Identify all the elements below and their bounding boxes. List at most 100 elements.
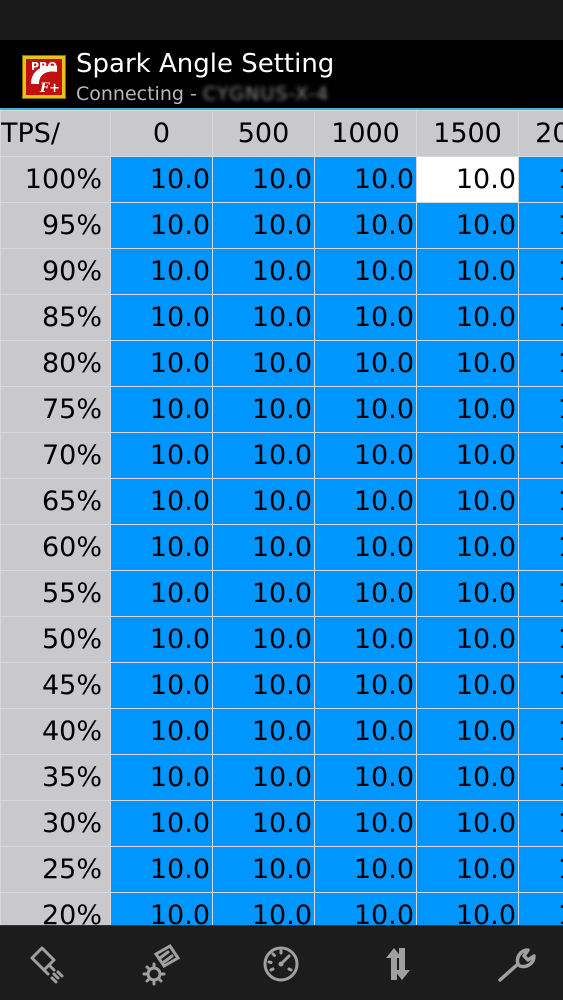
spark-angle-cell[interactable]: 10.0 (518, 892, 563, 925)
spark-angle-cell[interactable]: 10.0 (416, 800, 519, 847)
spark-angle-cell[interactable]: 10.0 (212, 340, 315, 387)
spark-angle-cell[interactable]: 10.0 (518, 846, 563, 893)
spark-angle-cell[interactable]: 10.0 (314, 156, 417, 203)
rpm-header-row: TPS/ 0500100015002000 (0, 110, 563, 157)
spark-angle-cell[interactable]: 10.0 (212, 156, 315, 203)
spark-angle-cell[interactable]: 10.0 (416, 892, 519, 925)
spark-angle-cell[interactable]: 10.0 (110, 156, 213, 203)
spark-angle-cell[interactable]: 10.0 (110, 846, 213, 893)
spark-angle-cell[interactable]: 10.0 (212, 892, 315, 925)
spark-angle-cell[interactable]: 10.0 (212, 432, 315, 479)
spark-angle-cell[interactable]: 10.0 (110, 708, 213, 755)
data-transfer-button[interactable] (376, 942, 420, 986)
app-icon-text-top: PRO (31, 60, 57, 73)
spark-angle-cell[interactable]: 10.0 (110, 478, 213, 525)
spark-angle-cell[interactable]: 10.0 (314, 892, 417, 925)
spark-angle-cell[interactable]: 10.0 (212, 248, 315, 295)
spark-angle-grid[interactable]: TPS/ 0500100015002000 100%10.010.010.010… (0, 110, 563, 925)
spark-angle-cell[interactable]: 10.0 (416, 708, 519, 755)
spark-angle-cell[interactable]: 10.0 (416, 202, 519, 249)
spark-angle-cell[interactable]: 10.0 (416, 478, 519, 525)
spark-angle-cell[interactable]: 10.0 (314, 662, 417, 709)
spark-angle-cell[interactable]: 10.0 (416, 570, 519, 617)
spark-angle-cell[interactable]: 10.0 (518, 156, 563, 203)
spark-angle-cell[interactable]: 10.0 (314, 846, 417, 893)
spark-angle-cell[interactable]: 10.0 (518, 570, 563, 617)
table-row: 95%10.010.010.010.010.0 (0, 202, 563, 249)
spark-angle-cell[interactable]: 10.0 (314, 202, 417, 249)
spark-angle-cell[interactable]: 10.0 (518, 662, 563, 709)
spark-angle-cell[interactable]: 10.0 (110, 754, 213, 801)
spark-angle-cell[interactable]: 10.0 (110, 248, 213, 295)
spark-angle-cell[interactable]: 10.0 (416, 846, 519, 893)
app-icon-text-bottom: F+ (39, 81, 60, 96)
spark-angle-cell[interactable]: 10.0 (110, 340, 213, 387)
spark-angle-cell[interactable]: 10.0 (110, 432, 213, 479)
spark-angle-cell[interactable]: 10.0 (212, 524, 315, 571)
pro-f-plus-app-icon[interactable]: PRO F+ (22, 55, 66, 99)
spark-angle-cell[interactable]: 10.0 (314, 708, 417, 755)
spark-angle-cell[interactable]: 10.0 (416, 294, 519, 341)
spark-angle-cell[interactable]: 10.0 (212, 754, 315, 801)
spark-plug-button[interactable] (24, 942, 68, 986)
spark-angle-cell[interactable]: 10.0 (110, 202, 213, 249)
spark-angle-table: TPS/ 0500100015002000 100%10.010.010.010… (0, 110, 563, 925)
spark-angle-cell[interactable]: 10.0 (212, 846, 315, 893)
spark-angle-cell[interactable]: 10.0 (212, 662, 315, 709)
spark-angle-cell[interactable]: 10.0 (518, 524, 563, 571)
spark-angle-cell[interactable]: 10.0 (314, 478, 417, 525)
spark-angle-cell[interactable]: 10.0 (416, 616, 519, 663)
spark-angle-cell[interactable]: 10.0 (212, 800, 315, 847)
spark-angle-cell[interactable]: 10.0 (212, 386, 315, 433)
spark-angle-cell[interactable]: 10.0 (212, 202, 315, 249)
spark-angle-cell[interactable]: 10.0 (212, 616, 315, 663)
spark-angle-cell[interactable]: 10.0 (314, 524, 417, 571)
spark-angle-cell[interactable]: 10.0 (518, 432, 563, 479)
spark-angle-cell[interactable]: 10.0 (518, 340, 563, 387)
spark-angle-cell[interactable]: 10.0 (314, 432, 417, 479)
spark-angle-cell[interactable]: 10.0 (416, 386, 519, 433)
spark-angle-cell[interactable]: 10.0 (314, 248, 417, 295)
dashboard-gauge-button[interactable] (259, 942, 303, 986)
engine-settings-button[interactable] (140, 942, 184, 986)
spark-angle-cell[interactable]: 10.0 (314, 616, 417, 663)
spark-angle-cell[interactable]: 10.0 (314, 570, 417, 617)
spark-angle-cell[interactable]: 10.0 (314, 754, 417, 801)
spark-angle-cell[interactable]: 10.0 (518, 616, 563, 663)
spark-angle-cell[interactable]: 10.0 (518, 708, 563, 755)
spark-angle-cell[interactable]: 10.0 (110, 294, 213, 341)
spark-angle-cell[interactable]: 10.0 (518, 248, 563, 295)
spark-angle-cell[interactable]: 10.0 (518, 386, 563, 433)
spark-angle-cell[interactable]: 10.0 (518, 294, 563, 341)
spark-angle-cell[interactable]: 10.0 (110, 892, 213, 925)
spark-angle-cell[interactable]: 10.0 (110, 662, 213, 709)
spark-angle-cell[interactable]: 10.0 (518, 478, 563, 525)
tools-button[interactable] (494, 942, 538, 986)
spark-angle-cell[interactable]: 10.0 (314, 340, 417, 387)
bottom-toolbar (0, 925, 563, 1000)
spark-angle-cell[interactable]: 10.0 (212, 478, 315, 525)
spark-angle-cell[interactable]: 10.0 (314, 386, 417, 433)
spark-angle-cell[interactable]: 10.0 (212, 570, 315, 617)
spark-angle-cell[interactable]: 10.0 (518, 800, 563, 847)
spark-angle-cell[interactable]: 10.0 (314, 800, 417, 847)
spark-angle-cell[interactable]: 10.0 (110, 800, 213, 847)
spark-angle-cell[interactable]: 10.0 (416, 754, 519, 801)
spark-angle-cell[interactable]: 10.0 (518, 754, 563, 801)
spark-angle-cell[interactable]: 10.0 (416, 524, 519, 571)
spark-angle-cell[interactable]: 10.0 (212, 708, 315, 755)
spark-angle-cell[interactable]: 10.0 (110, 570, 213, 617)
tps-row-header: 40% (0, 708, 111, 755)
spark-angle-cell[interactable]: 10.0 (518, 202, 563, 249)
spark-angle-cell[interactable]: 10.0 (416, 248, 519, 295)
spark-angle-cell[interactable]: 10.0 (416, 662, 519, 709)
spark-angle-cell[interactable]: 10.0 (416, 340, 519, 387)
engine-settings-icon (142, 944, 181, 986)
spark-angle-cell[interactable]: 10.0 (110, 386, 213, 433)
spark-angle-cell-selected[interactable]: 10.0 (416, 156, 519, 203)
spark-angle-cell[interactable]: 10.0 (110, 524, 213, 571)
spark-angle-cell[interactable]: 10.0 (212, 294, 315, 341)
spark-angle-cell[interactable]: 10.0 (416, 432, 519, 479)
spark-angle-cell[interactable]: 10.0 (314, 294, 417, 341)
spark-angle-cell[interactable]: 10.0 (110, 616, 213, 663)
